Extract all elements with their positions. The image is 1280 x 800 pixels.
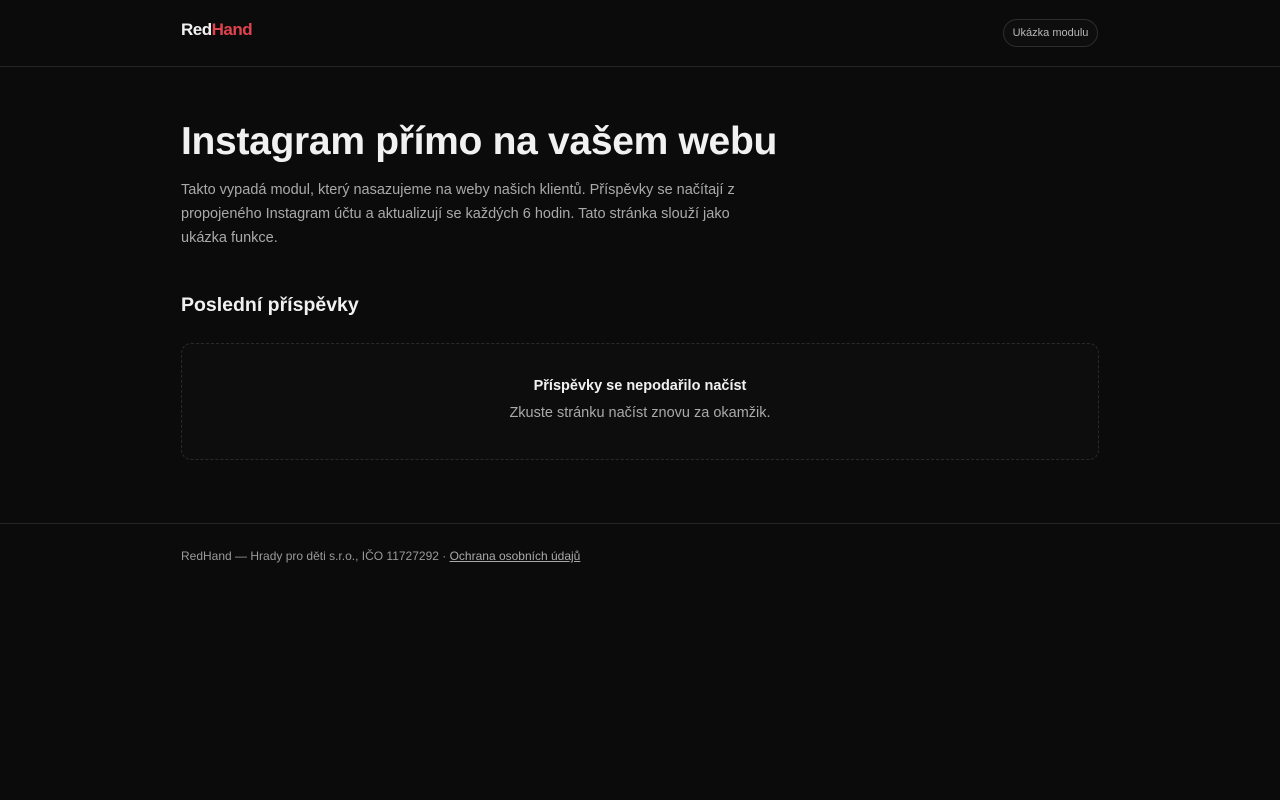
site-footer: RedHand — Hrady pro děti s.r.o., IČO 117… — [0, 523, 1280, 583]
footer-company-text: RedHand — Hrady pro děti s.r.o., IČO 117… — [181, 549, 450, 563]
posts-error-title: Příspěvky se nepodařilo načíst — [533, 378, 747, 394]
page-title: Instagram přímo na vašem webu — [181, 120, 777, 163]
site-header: RedHand Ukázka modulu — [0, 0, 1280, 67]
brand-logo[interactable]: RedHand — [181, 20, 253, 40]
brand-logo-part-b: Hand — [211, 20, 253, 39]
posts-error-box: Příspěvky se nepodařilo načíst Zkuste st… — [181, 343, 1099, 460]
footer-line: RedHand — Hrady pro děti s.r.o., IČO 117… — [181, 548, 580, 564]
page-description: Takto vypadá modul, který nasazujeme na … — [181, 182, 735, 246]
privacy-policy-link[interactable]: Ochrana osobních údajů — [450, 549, 581, 563]
demo-module-button[interactable]: Ukázka modulu — [1003, 19, 1098, 47]
brand-logo-part-a: Red — [181, 20, 212, 39]
latest-posts-heading: Poslední příspěvky — [181, 294, 359, 316]
posts-error-message: Zkuste stránku načíst znovu za okamžik. — [509, 405, 771, 421]
